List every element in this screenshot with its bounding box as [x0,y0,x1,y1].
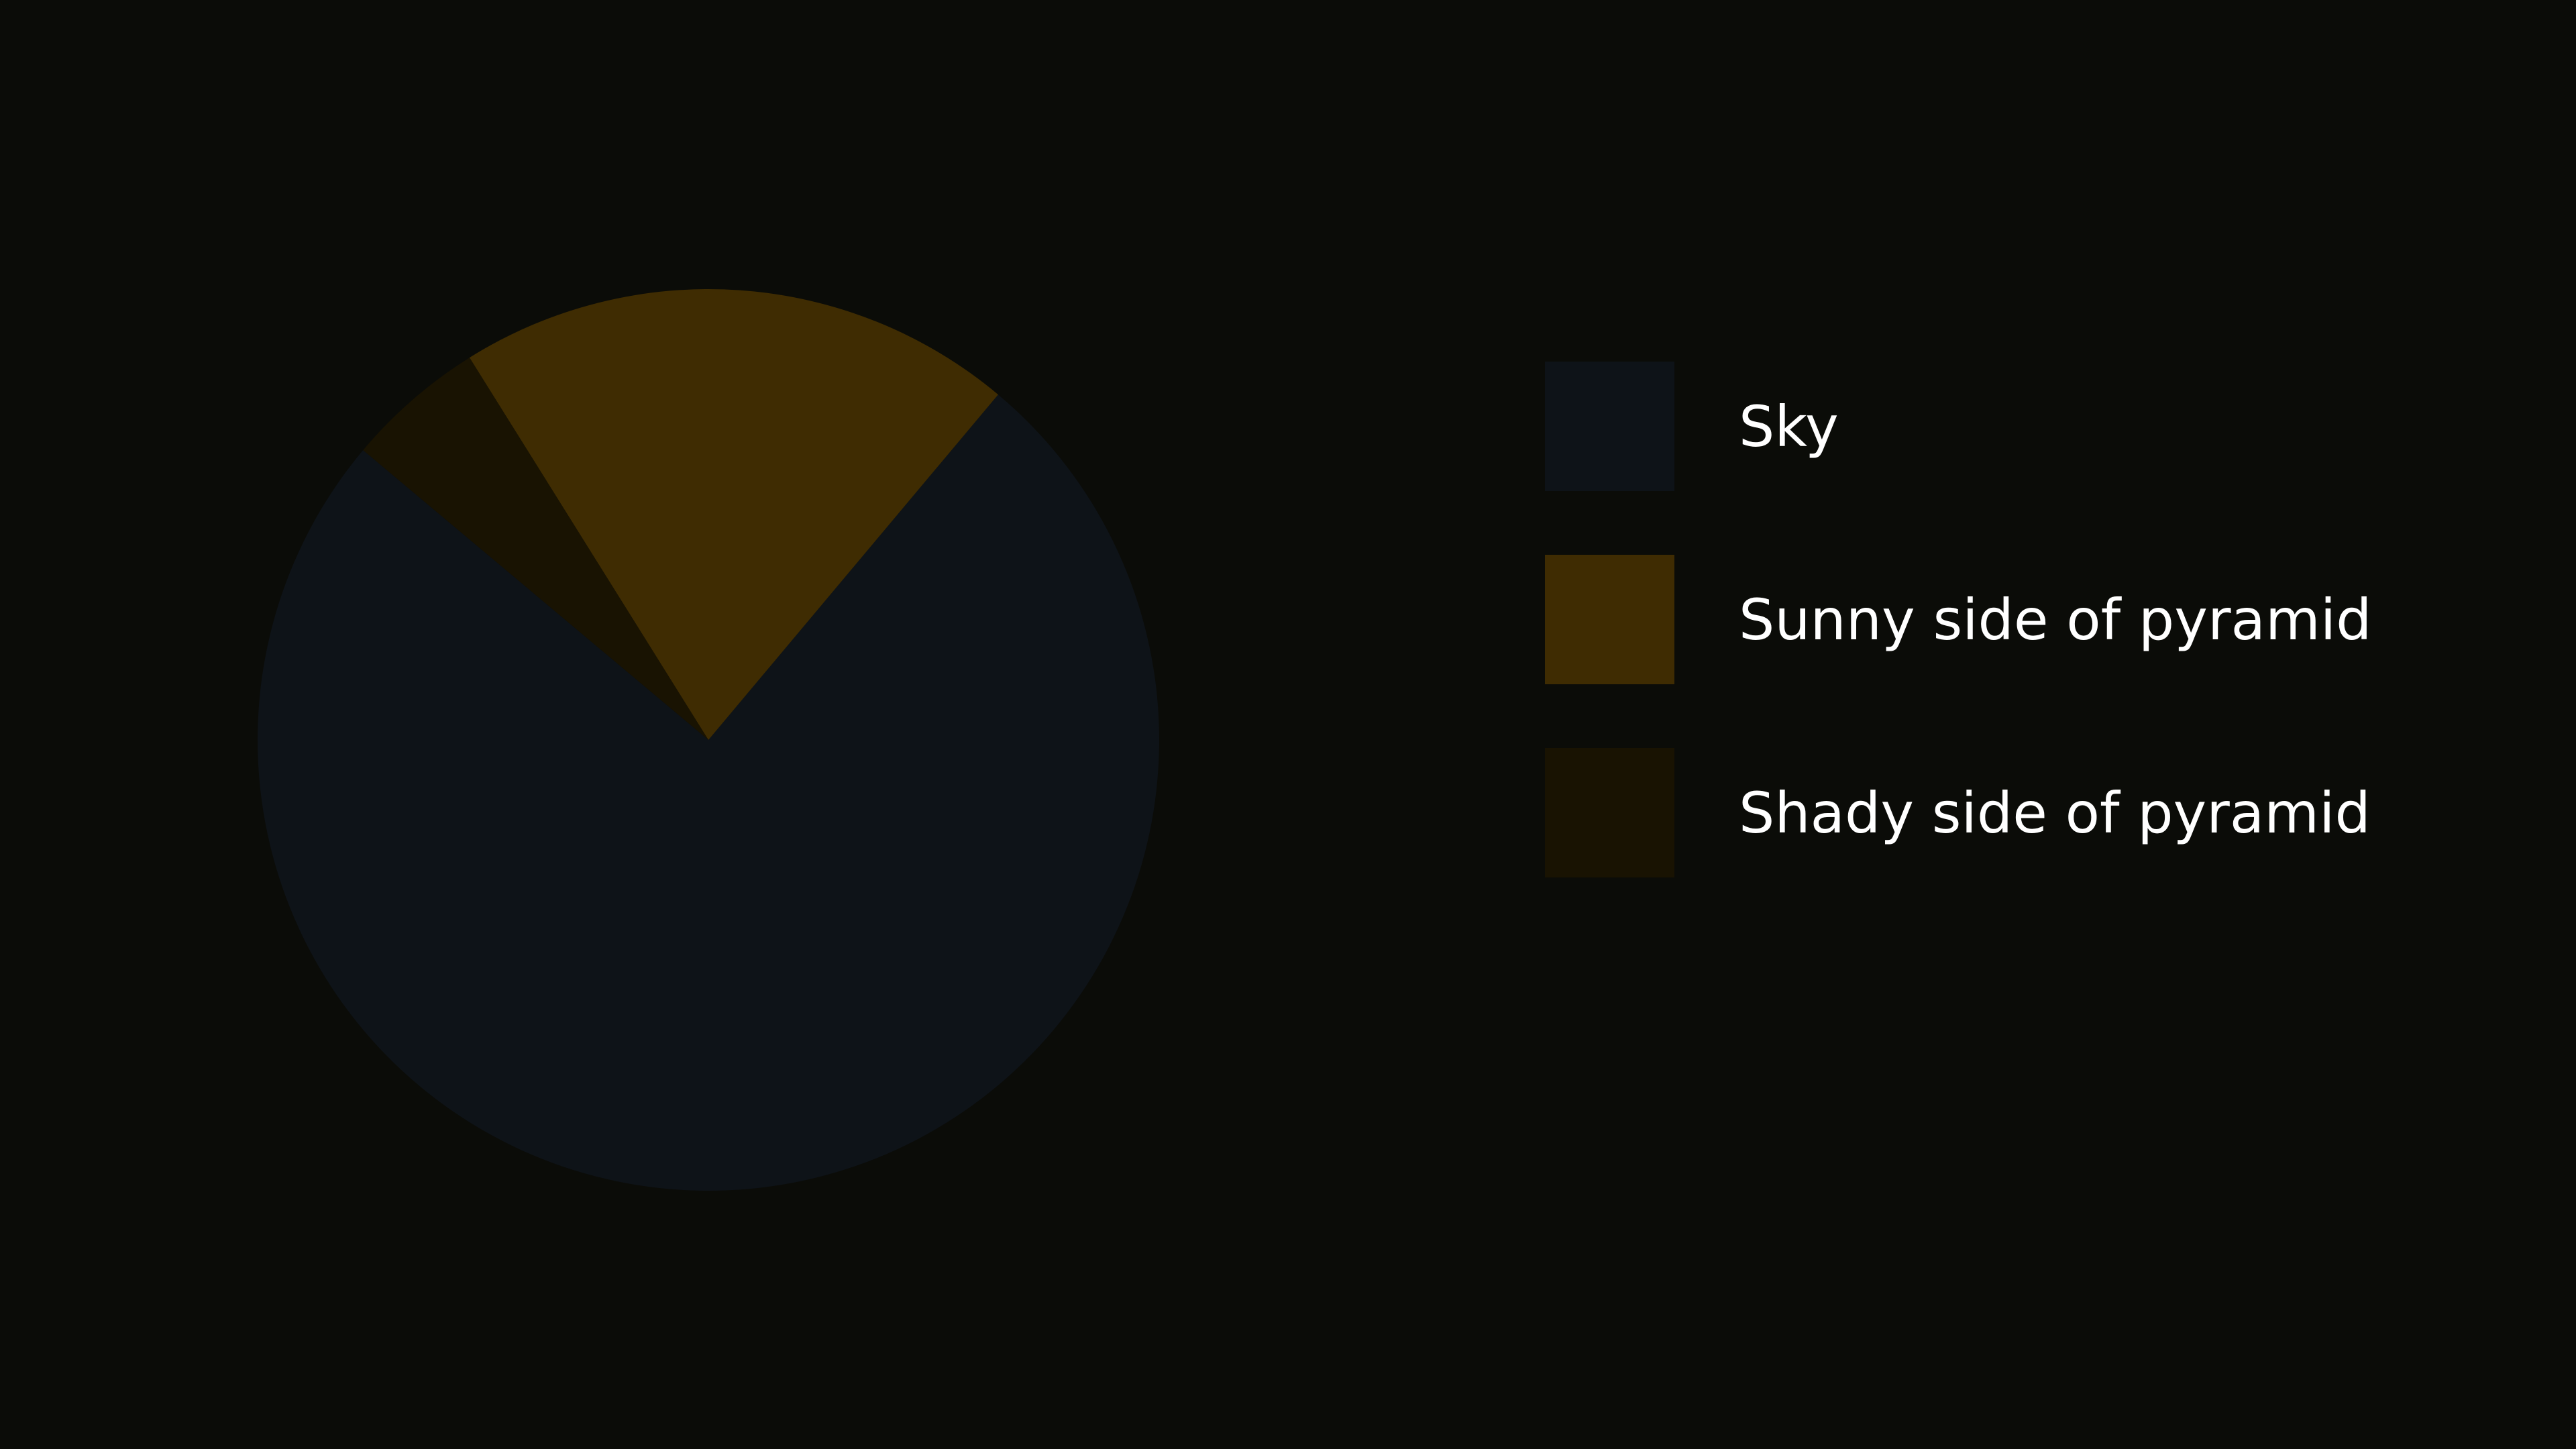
legend-label-sky: Sky [1739,393,1839,460]
legend-item-shady-side: Shady side of pyramid [1545,748,2371,877]
legend-swatch-sunny-side [1545,555,1674,684]
legend: Sky Sunny side of pyramid Shady side of … [1545,362,2371,941]
chart-page: Sky Sunny side of pyramid Shady side of … [0,0,2576,1449]
legend-swatch-shady-side [1545,748,1674,877]
legend-label-sunny-side: Sunny side of pyramid [1739,586,2372,653]
legend-item-sunny-side: Sunny side of pyramid [1545,555,2371,684]
legend-label-shady-side: Shady side of pyramid [1739,780,2371,846]
legend-swatch-sky [1545,362,1674,491]
legend-item-sky: Sky [1545,362,2371,491]
